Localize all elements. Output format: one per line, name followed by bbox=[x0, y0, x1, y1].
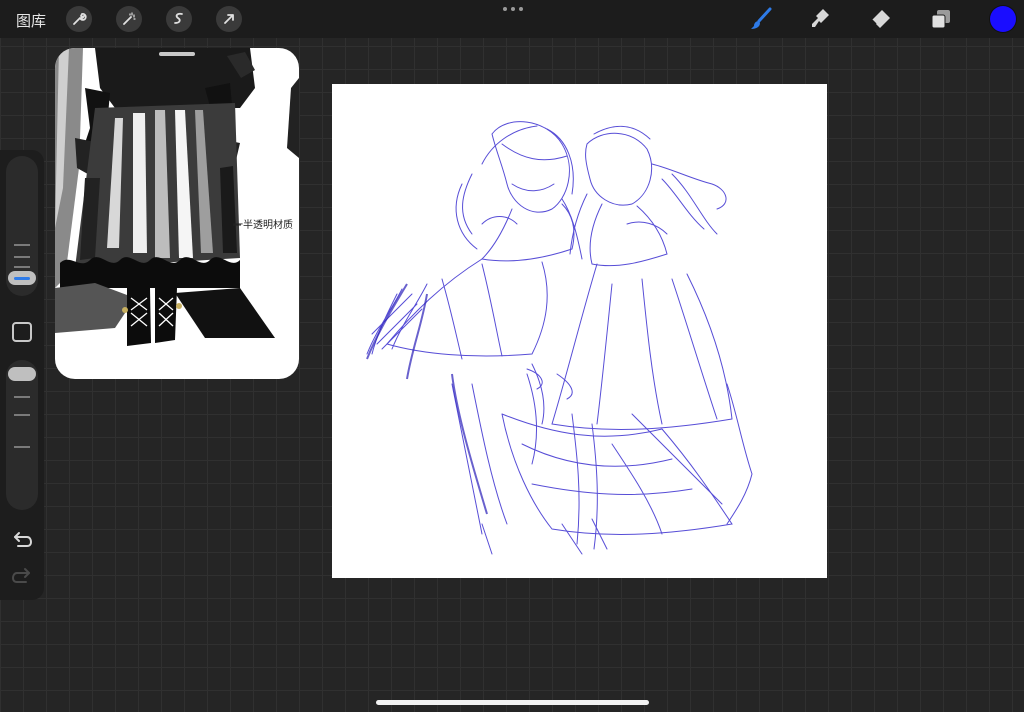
eraser-tool-button[interactable] bbox=[866, 5, 894, 33]
transform-arrow-icon bbox=[224, 14, 234, 24]
transform-button[interactable] bbox=[216, 6, 242, 32]
eraser-icon bbox=[871, 10, 890, 28]
gallery-button[interactable]: 图库 bbox=[16, 10, 46, 31]
reference-drag-handle[interactable] bbox=[159, 52, 195, 56]
reference-annotation: 一半透明材质 bbox=[233, 220, 293, 231]
smudge-icon bbox=[812, 9, 829, 27]
brush-size-knob[interactable] bbox=[8, 271, 36, 285]
undo-button[interactable] bbox=[10, 530, 34, 550]
layers-icon bbox=[931, 10, 950, 29]
actions-button[interactable] bbox=[66, 6, 92, 32]
selection-button[interactable] bbox=[166, 6, 192, 32]
top-toolbar: 图库 bbox=[0, 0, 1024, 38]
redo-button[interactable] bbox=[10, 566, 34, 586]
knob-indicator bbox=[14, 276, 30, 280]
magic-wand-icon bbox=[123, 12, 136, 25]
opacity-slider[interactable] bbox=[6, 360, 38, 510]
dot-icon bbox=[511, 7, 515, 11]
smudge-tool-button[interactable] bbox=[806, 5, 834, 33]
undo-icon bbox=[14, 532, 33, 547]
dot-icon bbox=[503, 7, 507, 11]
home-indicator[interactable] bbox=[376, 700, 649, 705]
wrench-icon bbox=[73, 13, 87, 25]
slider-tick bbox=[14, 396, 30, 398]
slider-tick bbox=[14, 446, 30, 448]
layers-button[interactable] bbox=[927, 5, 955, 33]
redo-icon bbox=[11, 568, 30, 583]
brush-tool-button[interactable] bbox=[747, 5, 775, 33]
reference-window[interactable]: 一半透明材质 bbox=[55, 48, 299, 379]
reference-image bbox=[55, 48, 299, 346]
sketch-drawing bbox=[366, 121, 753, 555]
adjustments-button[interactable] bbox=[116, 6, 142, 32]
selection-icon bbox=[174, 12, 183, 24]
brush-icon bbox=[751, 7, 772, 29]
slider-tick bbox=[14, 266, 30, 268]
dot-icon bbox=[519, 7, 523, 11]
color-picker-button[interactable] bbox=[990, 6, 1016, 32]
modify-button[interactable] bbox=[12, 322, 32, 342]
opacity-knob[interactable] bbox=[8, 367, 36, 381]
slider-tick bbox=[14, 244, 30, 246]
slider-tick bbox=[14, 256, 30, 258]
sidebar bbox=[0, 150, 44, 600]
drawing-canvas[interactable] bbox=[332, 84, 827, 578]
slider-tick bbox=[14, 414, 30, 416]
more-options-handle[interactable] bbox=[503, 3, 523, 15]
